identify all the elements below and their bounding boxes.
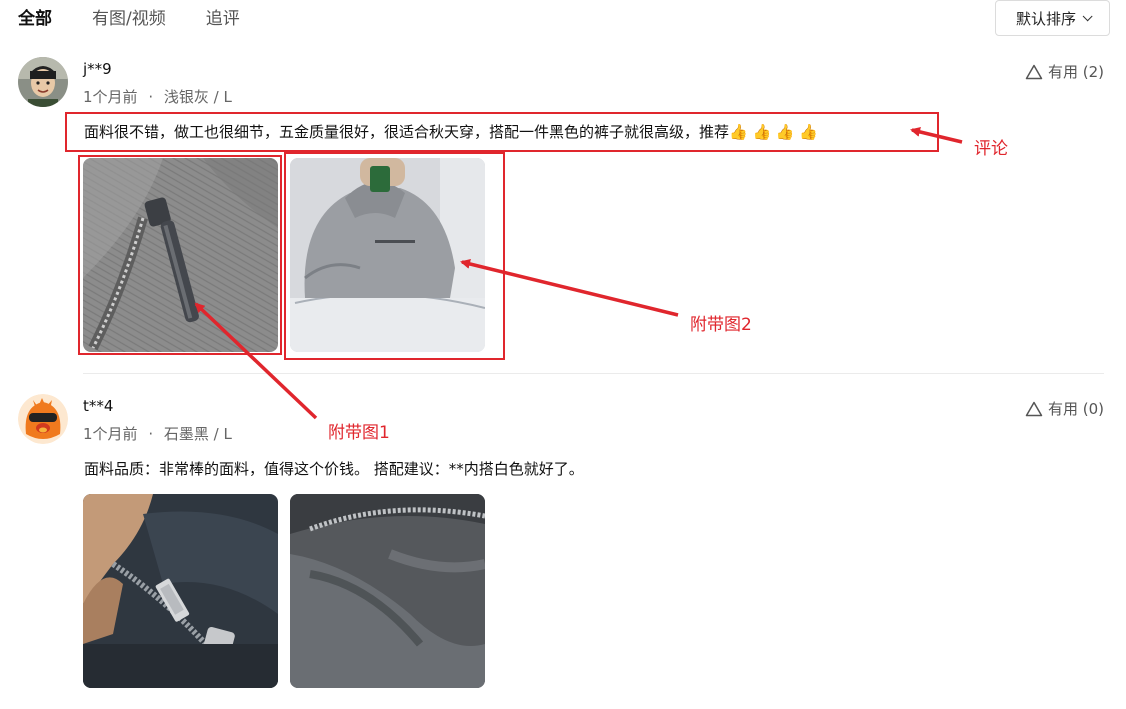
photo1-annotation-label: 附带图1 xyxy=(328,423,390,443)
meta-separator: · xyxy=(148,425,154,443)
variant-label: 石墨黑 / L xyxy=(163,425,232,443)
avatar[interactable] xyxy=(18,394,68,444)
review-meta: 1个月前 · 石墨黑 / L xyxy=(83,423,232,444)
username[interactable]: j**9 xyxy=(83,60,112,78)
tab-with-media[interactable]: 有图/视频 xyxy=(92,5,166,33)
review-time: 1个月前 xyxy=(83,425,138,443)
comment-annotation-label: 评论 xyxy=(974,139,1008,159)
dark-fabric-photo[interactable] xyxy=(290,494,485,688)
chevron-down-icon xyxy=(1082,10,1093,21)
photo2-annotation-label: 附带图2 xyxy=(690,315,752,335)
variant-label: 浅银灰 / L xyxy=(163,88,232,106)
dark-zipper-photo[interactable] xyxy=(83,494,278,688)
review-divider xyxy=(83,373,1104,374)
tab-follow-up[interactable]: 追评 xyxy=(206,5,240,33)
review-filter-tabs: 全部 有图/视频 追评 xyxy=(18,4,280,34)
useful-button[interactable]: 有用 (2) xyxy=(1025,61,1104,82)
avatar[interactable] xyxy=(18,57,68,107)
meta-separator: · xyxy=(148,88,154,106)
review-time: 1个月前 xyxy=(83,88,138,106)
useful-label: 有用 (2) xyxy=(1047,63,1104,81)
useful-button[interactable]: 有用 (0) xyxy=(1025,398,1104,419)
photo1-highlight-box xyxy=(78,155,282,355)
tab-all[interactable]: 全部 xyxy=(18,5,52,33)
comment-highlight-box xyxy=(65,112,939,152)
review-meta: 1个月前 · 浅银灰 / L xyxy=(83,86,232,107)
triangle-up-icon xyxy=(1025,401,1043,416)
username[interactable]: t**4 xyxy=(83,397,113,415)
review-comment: 面料品质：非常棒的面料，值得这个价钱。 搭配建议：**内搭白色就好了。 xyxy=(84,460,584,478)
sort-label: 默认排序 xyxy=(1015,9,1076,28)
useful-label: 有用 (0) xyxy=(1047,400,1104,418)
sort-dropdown[interactable]: 默认排序 xyxy=(995,0,1110,36)
photo2-highlight-box xyxy=(284,152,505,360)
triangle-up-icon xyxy=(1025,64,1043,79)
